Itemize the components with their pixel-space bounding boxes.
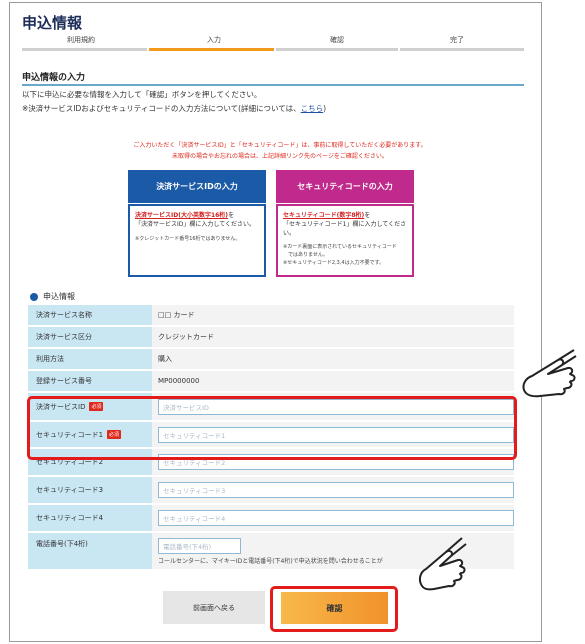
id-guide-box: 決済サービスID(大小英数字16桁)を 「決済サービスID」欄に入力してください… xyxy=(128,204,266,277)
form-row-registration-number: 登録サービス番号 MP0000000 xyxy=(28,371,514,393)
pointing-hand-icon xyxy=(522,349,577,398)
required-fields-highlight xyxy=(27,396,517,460)
security-code-3-input[interactable]: セキュリティコード3 xyxy=(158,482,514,498)
notice-text: ご入力いただく「決済サービスID」と「セキュリティコード」は、事前に取得していた… xyxy=(133,142,427,160)
form-row-usage: 利用方法 購入 xyxy=(28,349,514,371)
step-bar-input xyxy=(149,48,274,51)
security-code-4-input[interactable]: セキュリティコード4 xyxy=(158,510,514,526)
step-bar-confirm xyxy=(276,48,398,51)
step-confirm: 確認 xyxy=(330,36,344,44)
page-title: 申込情報 xyxy=(22,14,83,32)
lead-note: ※決済サービスIDおよびセキュリティコードの入力方法について(詳細については、こ… xyxy=(22,104,327,113)
progress-steps: 利用規約 入力 確認 完了 xyxy=(22,35,524,55)
details-link[interactable]: こちら xyxy=(301,104,324,113)
section-title: 申込情報の入力 xyxy=(22,73,86,83)
code-guide-link: セキュリティコード(数字8桁) xyxy=(283,212,365,219)
lead-text: 以下に申込に必要な情報を入力して「確認」ボタンを押してください。 xyxy=(22,90,262,99)
confirm-button[interactable]: 確認 xyxy=(281,592,388,624)
step-bar-complete xyxy=(400,48,524,51)
step-complete: 完了 xyxy=(450,36,464,44)
tel-last4-input[interactable]: 電話番号(下4桁) xyxy=(158,537,241,554)
id-guide-link: 決済サービスID(大小英数字16桁) xyxy=(135,212,229,219)
pointing-hand-icon xyxy=(418,537,467,591)
form-row-security-code-3: セキュリティコード3 セキュリティコード3 xyxy=(28,477,514,505)
form-row-service-name: 決済サービス名称 □□ カード xyxy=(28,305,514,327)
step-input: 入力 xyxy=(207,36,221,44)
step-terms: 利用規約 xyxy=(67,36,95,44)
id-guide-header: 決済サービスIDの入力 xyxy=(128,170,266,203)
bullet-icon xyxy=(30,292,38,301)
back-button[interactable]: 前画面へ戻る xyxy=(163,591,265,624)
tel-note: コールセンターに、マイキーIDと電話番号(下4桁)で申込状況を問い合わせることが xyxy=(158,557,383,565)
step-bar-terms xyxy=(22,48,147,51)
form-row-service-type: 決済サービス区分 クレジットカード xyxy=(28,327,514,349)
form-section-label: 申込情報 xyxy=(30,291,75,302)
code-guide-header: セキュリティコードの入力 xyxy=(276,170,414,203)
code-guide-box: セキュリティコード(数字8桁)を 「セキュリティコード1」欄に入力してください。… xyxy=(276,204,414,277)
form-row-security-code-4: セキュリティコード4 セキュリティコード4 xyxy=(28,505,514,533)
section-divider xyxy=(22,84,524,86)
